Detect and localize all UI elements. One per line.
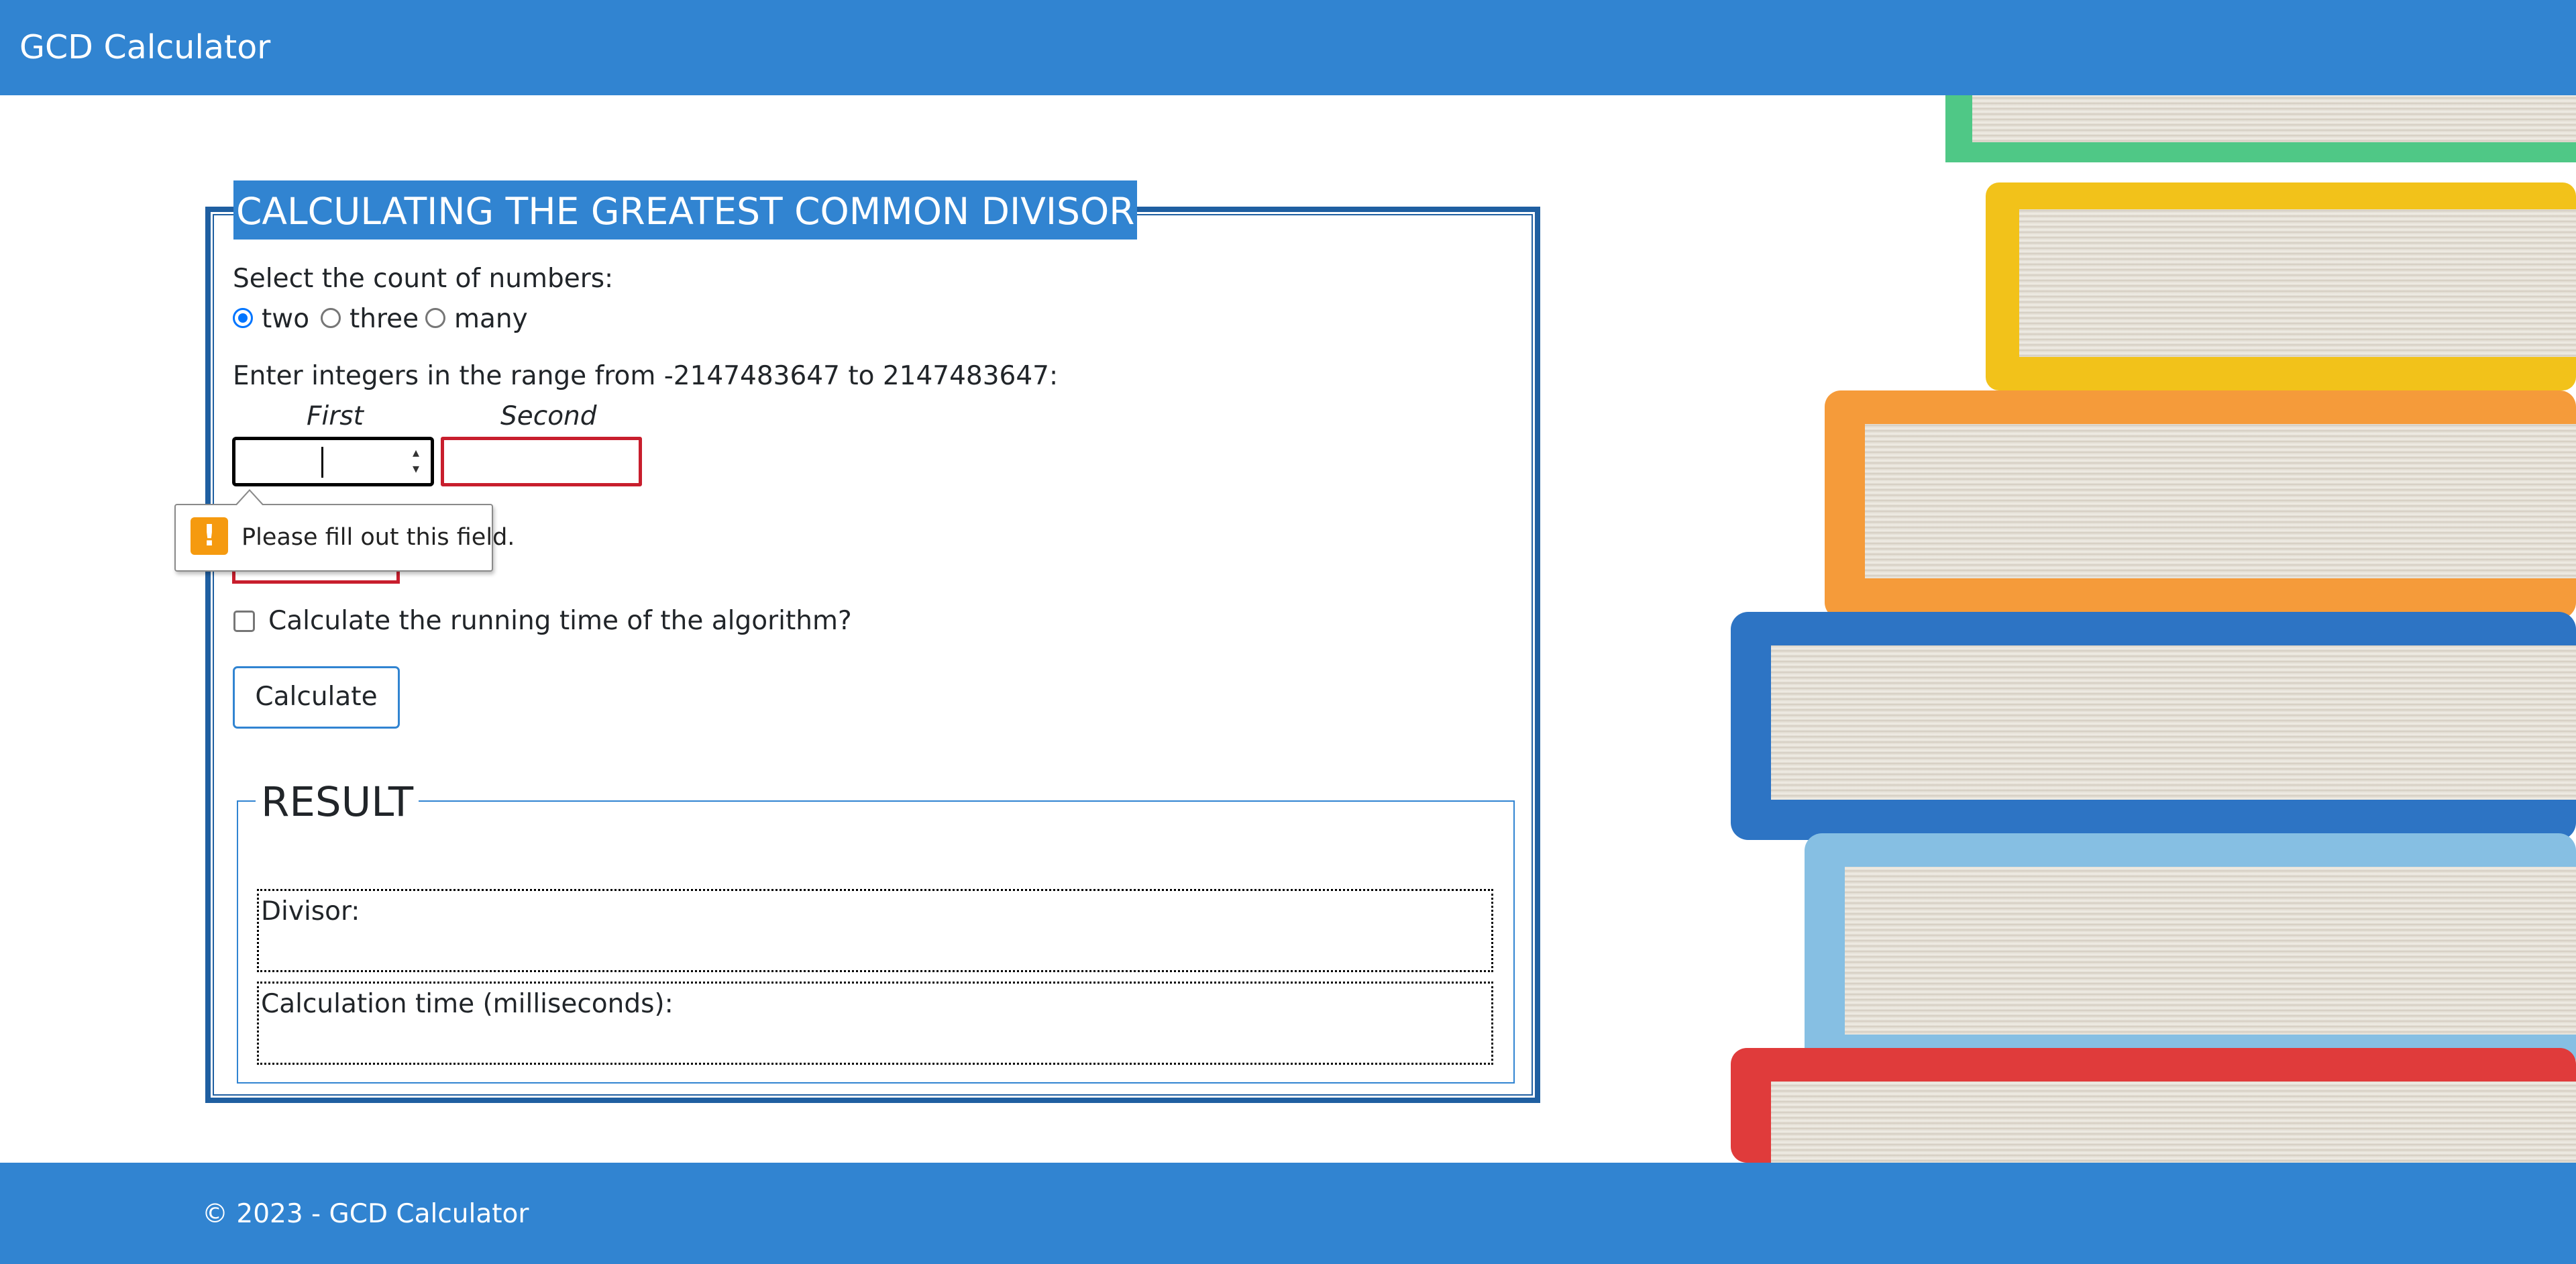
- books-illustration: [1717, 95, 2576, 1163]
- runtime-checkbox[interactable]: [233, 611, 255, 632]
- second-number-input[interactable]: [441, 437, 642, 486]
- first-column-header: First: [307, 401, 364, 431]
- time-label: Calculation time (milliseconds):: [261, 989, 674, 1019]
- footer-copyright: © 2023 - GCD Calculator: [202, 1199, 529, 1229]
- radio-two[interactable]: [233, 308, 253, 328]
- validation-message: Please fill out this field.: [241, 524, 515, 551]
- time-output: Calculation time (milliseconds):: [257, 982, 1493, 1065]
- first-number-input[interactable]: ▴ ▾: [232, 437, 434, 486]
- radio-many[interactable]: [425, 308, 445, 328]
- divisor-output: Divisor:: [257, 889, 1493, 972]
- radio-many-label[interactable]: many: [454, 304, 528, 334]
- warning-icon: !: [191, 517, 228, 555]
- range-prompt: Enter integers in the range from -214748…: [233, 361, 1059, 391]
- divisor-label: Divisor:: [261, 896, 360, 927]
- count-prompt: Select the count of numbers:: [233, 264, 614, 294]
- result-legend: RESULT: [256, 778, 419, 827]
- number-spinner[interactable]: ▴ ▾: [407, 444, 425, 479]
- footer: © 2023 - GCD Calculator: [0, 1163, 2576, 1264]
- runtime-checkbox-label[interactable]: Calculate the running time of the algori…: [268, 606, 852, 636]
- validation-tooltip: ! Please fill out this field.: [174, 489, 515, 572]
- brand-link[interactable]: GCD Calculator: [19, 28, 270, 66]
- calculate-button[interactable]: Calculate: [233, 666, 400, 729]
- radio-three[interactable]: [321, 308, 341, 328]
- page-title: CALCULATING THE GREATEST COMMON DIVISOR: [233, 180, 1138, 240]
- second-column-header: Second: [500, 401, 597, 431]
- top-navbar: GCD Calculator: [0, 0, 2576, 95]
- radio-two-label[interactable]: two: [262, 304, 309, 334]
- radio-three-label[interactable]: three: [350, 304, 419, 334]
- text-caret: [321, 447, 323, 478]
